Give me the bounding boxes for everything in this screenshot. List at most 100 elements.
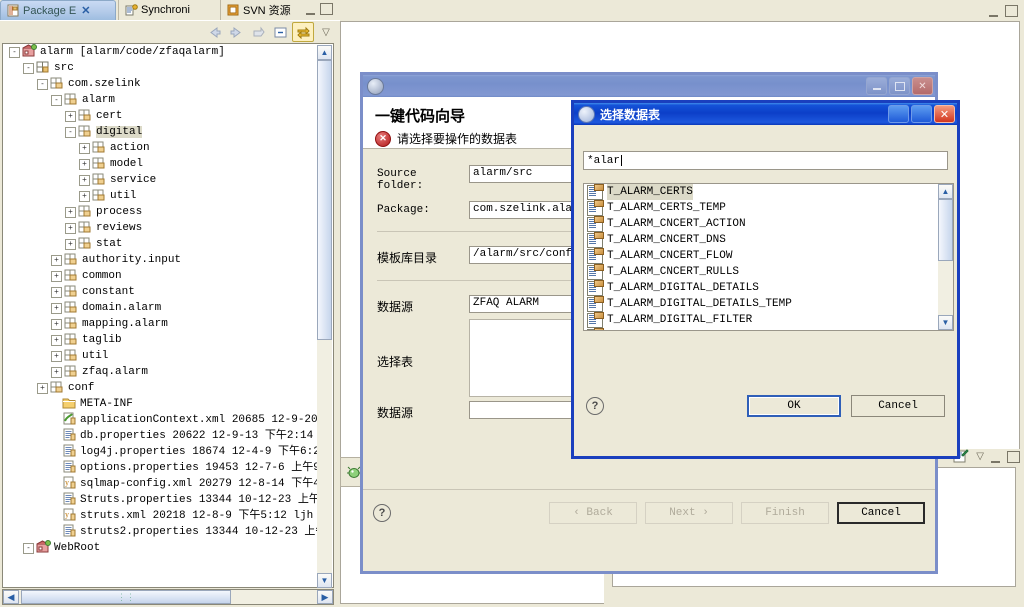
tree-expander-icon[interactable]: + bbox=[51, 366, 62, 378]
table-list-scrollbar[interactable]: ▲ ▼ bbox=[938, 184, 953, 330]
tree-expander-icon[interactable]: + bbox=[37, 382, 48, 394]
scroll-thumb-horizontal[interactable]: ⋮⋮ bbox=[21, 590, 231, 604]
scroll-thumb[interactable] bbox=[938, 199, 953, 261]
scroll-right-icon[interactable]: ▶ bbox=[317, 590, 333, 604]
editor-maximize-icon[interactable] bbox=[1005, 5, 1018, 17]
list-item[interactable]: T_ALARM_CNCERT_ACTION bbox=[584, 215, 938, 232]
tree-item[interactable]: db.properties 20622 12-9-13 下午2:14 bbox=[3, 428, 318, 444]
tree-expander-icon[interactable]: + bbox=[79, 190, 90, 202]
tree-item[interactable]: + model bbox=[3, 156, 318, 172]
tree-expander-icon[interactable]: + bbox=[65, 206, 76, 218]
tree-expander-icon[interactable]: + bbox=[51, 254, 62, 266]
tree-item[interactable]: applicationContext.xml 20685 12-9-20 bbox=[3, 412, 318, 428]
tree-expander-icon[interactable]: + bbox=[79, 142, 90, 154]
tree-item[interactable]: - alarm bbox=[3, 92, 318, 108]
tab-synchronize[interactable]: Synchroni bbox=[118, 0, 218, 20]
ok-button[interactable]: OK bbox=[747, 395, 841, 417]
tree-item[interactable]: + process bbox=[3, 204, 318, 220]
lower-view-menu[interactable]: ▽ bbox=[976, 451, 984, 462]
tree-expander-icon[interactable]: - bbox=[23, 542, 34, 554]
list-item[interactable]: T_ALARM_CNCERT_RULLS bbox=[584, 263, 938, 280]
list-item[interactable]: T_ALARM_DIGITAL_DETAILS_TEMP bbox=[584, 295, 938, 312]
next-button[interactable]: Next › bbox=[645, 501, 733, 524]
scroll-left-icon[interactable]: ◀ bbox=[3, 590, 19, 604]
tree-item[interactable]: y struts.xml 20218 12-8-9 下午5:12 ljh bbox=[3, 508, 318, 524]
lower-view-toolbar[interactable]: ▽ bbox=[953, 449, 1020, 464]
scroll-up-icon[interactable]: ▲ bbox=[317, 45, 332, 60]
scroll-up-icon[interactable]: ▲ bbox=[938, 184, 953, 199]
tree-item[interactable]: + reviews bbox=[3, 220, 318, 236]
tree-item[interactable]: + cert bbox=[3, 108, 318, 124]
tree-item[interactable]: options.properties 19453 12-7-6 上午9 bbox=[3, 460, 318, 476]
tree-expander-icon[interactable]: + bbox=[51, 334, 62, 346]
scroll-down-icon[interactable]: ▼ bbox=[938, 315, 953, 330]
tree-item[interactable]: META-INF bbox=[3, 396, 318, 412]
tree-item[interactable]: - WebRoot bbox=[3, 540, 318, 556]
select-dialog-window-buttons[interactable]: ✕ bbox=[888, 105, 955, 123]
tree-rows[interactable]: - alarm [alarm/code/zfaqalarm] - src - com.sz… bbox=[3, 44, 318, 587]
tree-expander-icon[interactable]: + bbox=[65, 110, 76, 122]
forward-button[interactable] bbox=[226, 23, 246, 41]
tree-expander-icon[interactable]: - bbox=[23, 62, 34, 74]
back-button[interactable]: ‹ Back bbox=[549, 501, 637, 524]
view-maximize-icon[interactable] bbox=[320, 3, 333, 15]
tree-vertical-scrollbar[interactable]: ▲ ▼ bbox=[317, 45, 332, 588]
tree-item[interactable]: + constant bbox=[3, 284, 318, 300]
tree-horizontal-scrollbar[interactable]: ◀ ⋮⋮ ▶ bbox=[2, 589, 334, 605]
list-item[interactable]: T_ALARM_DIGITAL_DETAILS bbox=[584, 279, 938, 296]
tree-item[interactable]: - com.szelink bbox=[3, 76, 318, 92]
tree-expander-icon[interactable]: - bbox=[37, 78, 48, 90]
tree-item[interactable]: + taglib bbox=[3, 332, 318, 348]
tree-item[interactable]: Struts.properties 13344 10-12-23 上午 bbox=[3, 492, 318, 508]
tree-expander-icon[interactable]: - bbox=[51, 94, 62, 106]
tree-expander-icon[interactable]: + bbox=[51, 286, 62, 298]
tree-item[interactable]: + util bbox=[3, 348, 318, 364]
tree-item[interactable]: + action bbox=[3, 140, 318, 156]
wizard-maximize-button[interactable] bbox=[889, 77, 910, 95]
select-dialog-minimize-button[interactable] bbox=[888, 105, 909, 123]
tree-expander-icon[interactable]: + bbox=[51, 318, 62, 330]
select-dialog-close-button[interactable]: ✕ bbox=[934, 105, 955, 123]
select-dialog-maximize-button[interactable] bbox=[911, 105, 932, 123]
tree-expander-icon[interactable]: + bbox=[65, 238, 76, 250]
scroll-thumb[interactable] bbox=[317, 60, 332, 340]
tree-item[interactable]: - src bbox=[3, 60, 318, 76]
tree-item[interactable]: + stat bbox=[3, 236, 318, 252]
package-explorer-toolbar[interactable]: ▽ bbox=[0, 20, 340, 43]
tree-expander-icon[interactable]: + bbox=[65, 222, 76, 234]
tree-item[interactable]: struts2.properties 13344 10-12-23 上午 bbox=[3, 524, 318, 540]
list-item[interactable]: T_ALARM_CNCERT_DNS bbox=[584, 231, 938, 248]
tree-item[interactable]: + mapping.alarm bbox=[3, 316, 318, 332]
view-menu-button[interactable]: ▽ bbox=[316, 23, 336, 41]
tree-item[interactable]: + util bbox=[3, 188, 318, 204]
tree-item[interactable]: + common bbox=[3, 268, 318, 284]
tree-expander-icon[interactable]: + bbox=[51, 270, 62, 282]
wizard-minimize-button[interactable] bbox=[866, 77, 887, 95]
view-minimize-icon[interactable] bbox=[306, 9, 315, 15]
help-icon[interactable]: ? bbox=[373, 503, 391, 522]
list-item[interactable]: T_ALARM_CERTS bbox=[584, 184, 938, 200]
tree-item[interactable]: - digital bbox=[3, 124, 318, 140]
wizard-window-buttons[interactable]: ✕ bbox=[866, 77, 933, 95]
tree-item[interactable]: y sqlmap-config.xml 20279 12-8-14 下午4 bbox=[3, 476, 318, 492]
link-with-editor-button[interactable] bbox=[292, 22, 314, 42]
package-explorer-tree[interactable]: - alarm [alarm/code/zfaqalarm] - src - com.sz… bbox=[2, 43, 334, 588]
tree-expander-icon[interactable]: + bbox=[79, 158, 90, 170]
list-item[interactable]: T_ALARM_CNCERT_FLOW bbox=[584, 247, 938, 264]
tab-package-explorer[interactable]: Package E ✕ bbox=[0, 0, 116, 20]
collapse-all-button[interactable] bbox=[270, 23, 290, 41]
lower-view-maximize-icon[interactable] bbox=[1007, 450, 1020, 463]
tree-expander-icon[interactable]: + bbox=[51, 302, 62, 314]
tree-item[interactable]: + zfaq.alarm bbox=[3, 364, 318, 380]
table-list[interactable]: T_ALARM_CERTS T_ALARM_CERTS_TEMP T_ALARM_C… bbox=[583, 183, 954, 331]
wizard-title-bar[interactable]: ✕ bbox=[363, 75, 935, 97]
list-item[interactable]: T_ALARM_CERTS_TEMP bbox=[584, 199, 938, 216]
wizard-close-button[interactable]: ✕ bbox=[912, 77, 933, 95]
editor-minimize-icon[interactable] bbox=[989, 11, 998, 17]
back-button[interactable] bbox=[204, 23, 224, 41]
help-icon[interactable]: ? bbox=[586, 397, 604, 415]
view-window-buttons[interactable] bbox=[306, 3, 333, 15]
lower-view-minimize-icon[interactable] bbox=[991, 457, 1000, 463]
table-list-items[interactable]: T_ALARM_CERTS T_ALARM_CERTS_TEMP T_ALARM_C… bbox=[584, 184, 938, 330]
select-dialog-title-bar[interactable]: 选择数据表 ✕ bbox=[574, 103, 957, 125]
